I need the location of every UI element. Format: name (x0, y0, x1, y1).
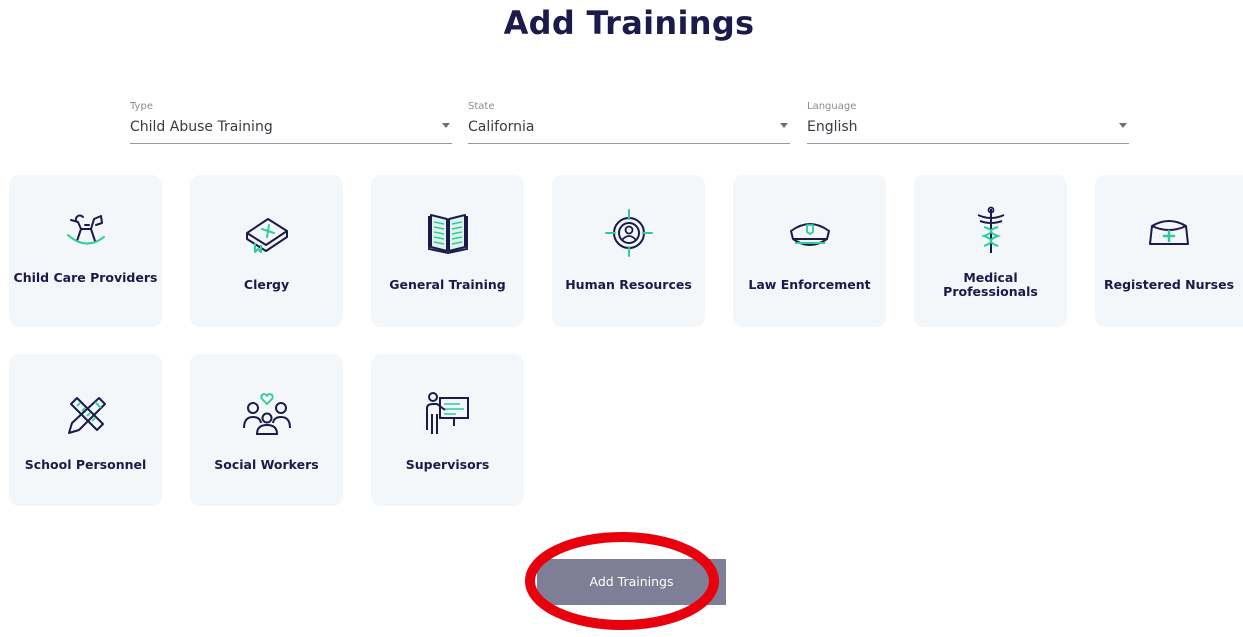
type-select-value: Child Abuse Training (130, 119, 273, 135)
language-select-label: Language (807, 101, 857, 112)
card-label: Medical Professionals (943, 270, 1038, 299)
bible-icon (245, 218, 288, 253)
police-cap-icon (789, 223, 830, 246)
card-social-workers[interactable]: Social Workers (190, 354, 343, 506)
nurse-cap-icon (1149, 220, 1189, 245)
people-heart-icon (242, 393, 291, 435)
card-medical-professionals[interactable]: Medical Professionals (914, 175, 1067, 327)
presenter-board-icon (425, 392, 469, 434)
state-select-value: California (468, 119, 535, 135)
rocking-horse-icon (66, 214, 105, 245)
add-trainings-page: Add Trainings Type Child Abuse Training … (0, 0, 1243, 637)
chevron-down-icon[interactable] (1119, 123, 1127, 128)
language-select-value: English (807, 119, 858, 135)
state-select-label: State (468, 101, 495, 112)
language-select[interactable]: Language English (807, 101, 1129, 144)
type-select-label: Type (130, 101, 153, 112)
card-label: School Personnel (24, 457, 147, 472)
card-clergy[interactable]: Clergy (190, 175, 343, 327)
state-select[interactable]: State California (468, 101, 790, 144)
card-label: Supervisors (405, 457, 490, 472)
open-book-icon (427, 214, 468, 255)
card-general-training[interactable]: General Training (371, 175, 524, 327)
card-label: Human Resources (565, 277, 692, 292)
target-person-icon (604, 209, 653, 257)
card-human-resources[interactable]: Human Resources (552, 175, 705, 327)
highlight-circle (525, 532, 719, 630)
chevron-down-icon[interactable] (780, 123, 788, 128)
card-label: Law Enforcement (748, 277, 871, 292)
card-label: Social Workers (214, 457, 319, 472)
card-label: General Training (389, 277, 506, 292)
pencil-ruler-icon (67, 397, 106, 434)
card-supervisors[interactable]: Supervisors (371, 354, 524, 506)
card-registered-nurses[interactable]: Registered Nurses (1095, 175, 1243, 327)
card-label: Registered Nurses (1103, 277, 1235, 292)
card-label: Child Care Providers (13, 270, 158, 285)
type-select[interactable]: Type Child Abuse Training (130, 101, 452, 144)
card-law-enforcement[interactable]: Law Enforcement (733, 175, 886, 327)
chevron-down-icon[interactable] (442, 123, 450, 128)
page-title: Add Trainings (503, 4, 755, 42)
card-child-care-providers[interactable]: Child Care Providers (9, 175, 162, 327)
card-label: Clergy (243, 277, 290, 292)
caduceus-icon (977, 206, 1004, 253)
card-school-personnel[interactable]: School Personnel (9, 354, 162, 506)
